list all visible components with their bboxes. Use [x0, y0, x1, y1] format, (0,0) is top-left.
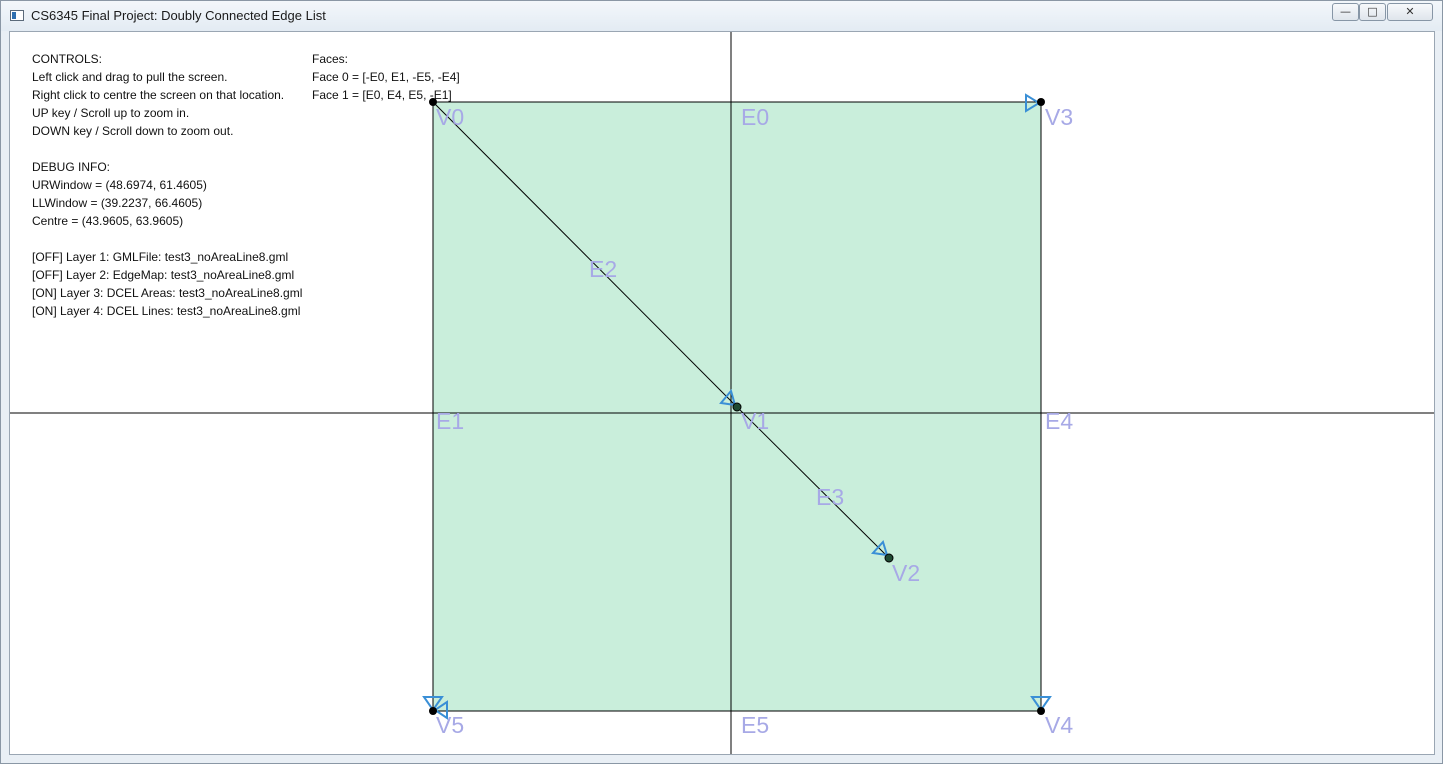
maximize-button[interactable]: □	[1359, 3, 1386, 21]
edge-label-e1: E1	[436, 408, 464, 434]
edge-label-e2: E2	[589, 256, 617, 282]
vertex-v1[interactable]	[732, 402, 742, 412]
vertex-label-v5: V5	[436, 712, 464, 738]
title-bar[interactable]: CS6345 Final Project: Doubly Connected E…	[1, 1, 1442, 31]
layer-status: [ON] Layer 4: DCEL Lines: test3_noAreaLi…	[32, 304, 301, 318]
dcel-viewport[interactable]: V0 V1 V2 V3 V4 V5 E0 E1 E2 E3 E4 E5	[10, 32, 1434, 754]
controls-line: Right click to centre the screen on that…	[32, 88, 285, 102]
vertex-label-v3: V3	[1045, 104, 1073, 130]
layer-status: [OFF] Layer 1: GMLFile: test3_noAreaLine…	[32, 250, 289, 264]
layer-status: [ON] Layer 3: DCEL Areas: test3_noAreaLi…	[32, 286, 303, 300]
vertex-label-v4: V4	[1045, 712, 1073, 738]
render-canvas[interactable]: V0 V1 V2 V3 V4 V5 E0 E1 E2 E3 E4 E5 CONT…	[9, 31, 1435, 755]
application-window: CS6345 Final Project: Doubly Connected E…	[0, 0, 1443, 764]
faces-heading: Faces:	[312, 52, 349, 66]
controls-line: DOWN key / Scroll down to zoom out.	[32, 124, 234, 138]
controls-line: UP key / Scroll up to zoom in.	[32, 106, 190, 120]
debug-ll-window: LLWindow = (39.2237, 66.4605)	[32, 196, 203, 210]
debug-ur-window: URWindow = (48.6974, 61.4605)	[32, 178, 207, 192]
controls-heading: CONTROLS:	[32, 52, 103, 66]
debug-centre: Centre = (43.9605, 63.9605)	[32, 214, 184, 228]
debug-heading: DEBUG INFO:	[32, 160, 111, 174]
edge-label-e3: E3	[816, 484, 844, 510]
face-entry: Face 1 = [E0, E4, E5, -E1]	[312, 88, 452, 102]
vertex-label-v1: V1	[741, 408, 769, 434]
face-entry: Face 0 = [-E0, E1, -E5, -E4]	[312, 70, 460, 84]
controls-line: Left click and drag to pull the screen.	[32, 70, 228, 84]
app-icon	[10, 10, 24, 21]
vertex-label-v2: V2	[892, 560, 920, 586]
close-button[interactable]: ✕	[1387, 3, 1433, 21]
minimize-button[interactable]: —	[1332, 3, 1359, 21]
vertex-v4[interactable]	[1037, 707, 1045, 715]
layer-status: [OFF] Layer 2: EdgeMap: test3_noAreaLine…	[32, 268, 295, 282]
edge-label-e0: E0	[741, 104, 769, 130]
edge-label-e5: E5	[741, 712, 769, 738]
vertex-label-v0: V0	[436, 104, 464, 130]
vertex-v3[interactable]	[1037, 98, 1045, 106]
edge-label-e4: E4	[1045, 408, 1073, 434]
window-title: CS6345 Final Project: Doubly Connected E…	[31, 8, 326, 23]
